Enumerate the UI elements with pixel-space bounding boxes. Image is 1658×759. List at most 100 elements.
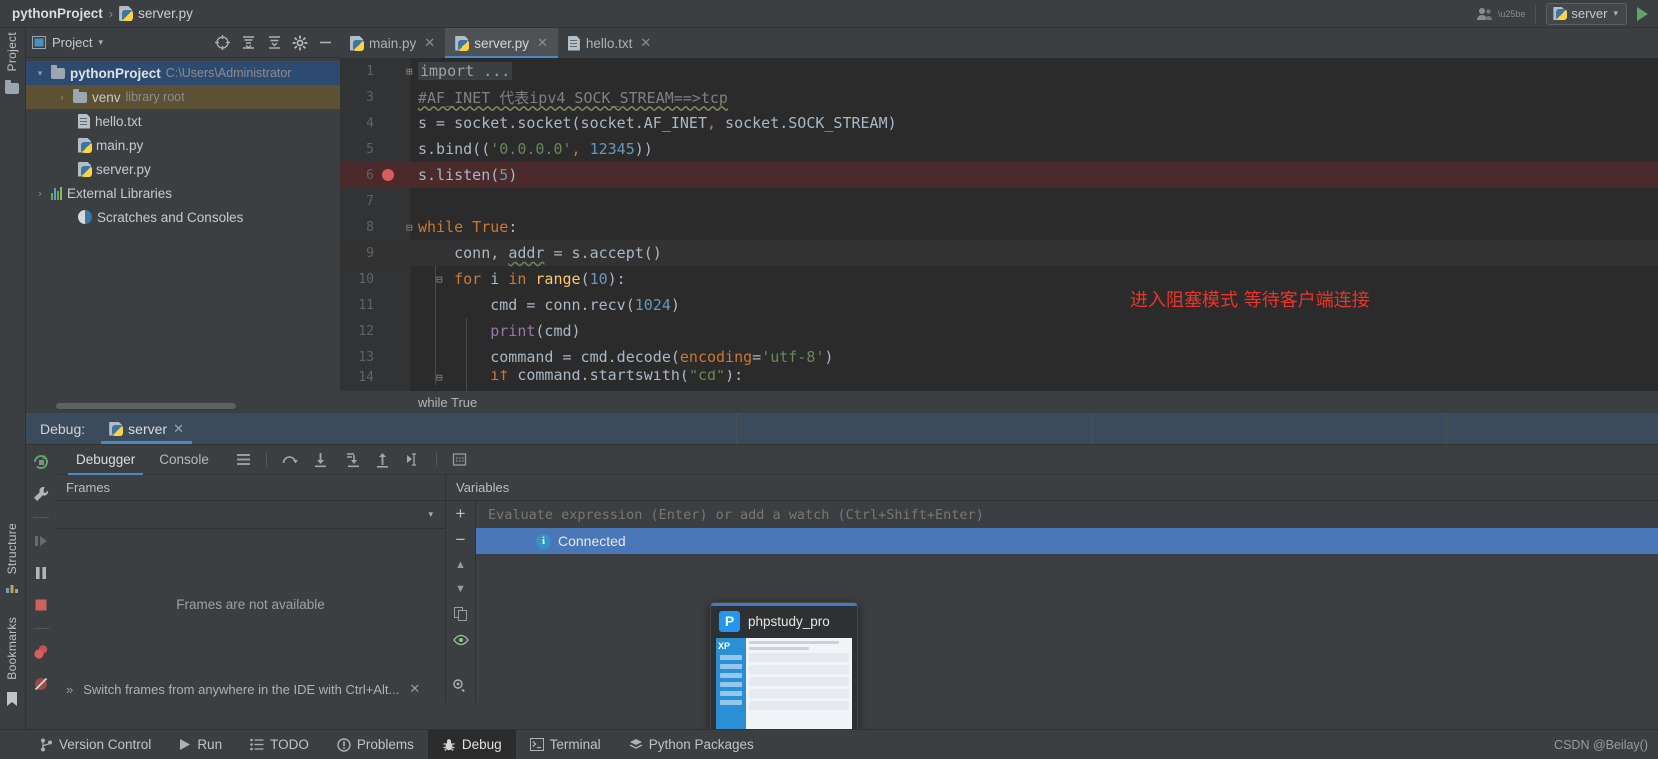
line-number: 11 bbox=[358, 297, 374, 313]
pause-icon[interactable] bbox=[32, 564, 50, 582]
run-play-icon[interactable] bbox=[1637, 6, 1648, 21]
code-line-14: 14 ⊟ if command.startswith("cd"): bbox=[340, 370, 1658, 384]
expand-hint-icon[interactable]: » bbox=[66, 682, 73, 697]
chevron-right-icon[interactable]: › bbox=[56, 92, 68, 102]
chevron-down-icon[interactable]: ▾ bbox=[428, 509, 433, 520]
code-text: s.listen(5) bbox=[418, 166, 518, 184]
tree-item-external-libraries[interactable]: › External Libraries bbox=[26, 181, 340, 205]
debug-session-tab[interactable]: server ✕ bbox=[101, 413, 192, 444]
tree-item-pythonproject[interactable]: ▾ pythonProject C:\Users\Administrator bbox=[26, 61, 340, 85]
status-item-debug[interactable]: Debug bbox=[427, 729, 516, 759]
tree-item-server-py[interactable]: server.py bbox=[26, 157, 340, 181]
settings-icon[interactable] bbox=[292, 35, 308, 51]
tab-debugger[interactable]: Debugger bbox=[64, 445, 147, 475]
close-icon[interactable]: ✕ bbox=[173, 421, 184, 437]
code-lines: 1 ⊞ import ... 3 #AF_INET 代表ipv4 SOCK_ST… bbox=[340, 58, 1658, 413]
rail-structure-group: Structure bbox=[5, 523, 19, 594]
code-editor[interactable]: 1 ⊞ import ... 3 #AF_INET 代表ipv4 SOCK_ST… bbox=[340, 58, 1658, 413]
up-icon[interactable]: ▲ bbox=[455, 559, 466, 571]
editor-breadcrumb-label[interactable]: while True bbox=[418, 395, 477, 410]
close-icon[interactable]: ✕ bbox=[640, 35, 651, 51]
rerun-icon[interactable] bbox=[32, 453, 50, 471]
status-item-python-packages[interactable]: Python Packages bbox=[615, 730, 768, 759]
stop-icon[interactable] bbox=[32, 596, 50, 614]
status-item-terminal[interactable]: Terminal bbox=[516, 730, 615, 759]
editor-tab-main-py[interactable]: main.py ✕ bbox=[340, 28, 445, 58]
breakpoint-icon[interactable] bbox=[382, 169, 394, 181]
step-out-icon[interactable] bbox=[374, 451, 391, 468]
run-configuration-label: server bbox=[1571, 6, 1608, 21]
editor-tab-strip: main.py ✕ server.py ✕ hello.txt ✕ bbox=[340, 28, 1658, 58]
remove-watch-icon[interactable]: − bbox=[456, 531, 466, 548]
rail-bookmarks-label[interactable]: Bookmarks bbox=[5, 617, 19, 680]
run-to-cursor-icon[interactable] bbox=[405, 451, 422, 468]
editor-tab-label: server.py bbox=[474, 35, 529, 51]
editor-tab-hello-txt[interactable]: hello.txt ✕ bbox=[558, 28, 661, 58]
rail-project-label[interactable]: Project bbox=[5, 32, 19, 71]
tab-console[interactable]: Console bbox=[147, 445, 221, 475]
connected-status-row[interactable]: i Connected bbox=[476, 528, 1658, 554]
evaluate-icon[interactable] bbox=[451, 451, 468, 468]
close-icon[interactable]: ✕ bbox=[424, 35, 435, 51]
project-panel-title: Project bbox=[52, 35, 93, 50]
hide-icon[interactable] bbox=[317, 34, 334, 51]
user-icon[interactable]: \u25be bbox=[1476, 7, 1525, 21]
fold-collapse-icon[interactable]: ⊟ bbox=[406, 221, 413, 234]
code-text: import ... bbox=[418, 62, 513, 80]
breadcrumb-project[interactable]: pythonProject bbox=[12, 6, 103, 21]
down-icon[interactable]: ▼ bbox=[455, 583, 466, 595]
popup-thumbnail[interactable]: XP bbox=[716, 638, 852, 738]
status-item-run[interactable]: Run bbox=[165, 730, 236, 759]
stepping-toolbar bbox=[235, 451, 468, 468]
run-configuration-selector[interactable]: server ▾ bbox=[1546, 2, 1627, 25]
fold-expand-icon[interactable]: ⊞ bbox=[406, 65, 413, 78]
evaluate-expression-input[interactable]: Evaluate expression (Enter) or add a wat… bbox=[476, 501, 1658, 528]
titlebar-actions: \u25be server ▾ bbox=[1476, 2, 1658, 25]
project-horizontal-scrollbar[interactable] bbox=[56, 403, 236, 409]
tree-item-label: pythonProject bbox=[70, 65, 161, 81]
tree-item-detail: library root bbox=[125, 90, 185, 104]
status-item-label: Problems bbox=[356, 737, 414, 752]
code-line-13: 13 command = cmd.decode(encoding='utf-8'… bbox=[340, 344, 1658, 370]
chevron-right-icon[interactable]: › bbox=[34, 188, 46, 198]
code-line-4: 4 s = socket.socket(socket.AF_INET, sock… bbox=[340, 110, 1658, 136]
add-watch-icon[interactable]: + bbox=[456, 505, 466, 522]
breakpoints-icon[interactable] bbox=[32, 643, 50, 661]
code-line-5: 5 s.bind(('0.0.0.0', 12345)) bbox=[340, 136, 1658, 162]
force-step-into-icon[interactable] bbox=[343, 451, 360, 468]
line-number: 7 bbox=[366, 193, 374, 209]
tree-item-main-py[interactable]: main.py bbox=[26, 133, 340, 157]
status-item-todo[interactable]: TODO bbox=[236, 730, 323, 759]
mute-breakpoints-icon[interactable] bbox=[32, 675, 50, 693]
step-into-icon[interactable] bbox=[312, 451, 329, 468]
close-icon[interactable]: ✕ bbox=[409, 681, 420, 697]
copy-icon[interactable] bbox=[453, 607, 468, 622]
step-over-icon[interactable] bbox=[281, 451, 298, 468]
breadcrumb-separator-icon: › bbox=[108, 6, 114, 21]
status-item-problems[interactable]: Problems bbox=[323, 730, 428, 759]
tree-item-venv[interactable]: › venv library root bbox=[26, 85, 340, 109]
breadcrumb-file[interactable]: server.py bbox=[138, 6, 193, 21]
wrench-icon[interactable] bbox=[32, 485, 50, 503]
tree-item-label: main.py bbox=[96, 137, 144, 153]
phpstudy-taskbar-preview[interactable]: P phpstudy_pro XP bbox=[710, 602, 858, 742]
close-icon[interactable]: ✕ bbox=[537, 35, 548, 51]
chevron-down-icon[interactable]: ▾ bbox=[34, 68, 46, 79]
layout-icon[interactable] bbox=[235, 451, 252, 468]
python-run-icon bbox=[1553, 7, 1568, 20]
resume-icon[interactable] bbox=[32, 532, 50, 550]
settings-gear-icon[interactable] bbox=[451, 678, 467, 697]
rail-structure-label[interactable]: Structure bbox=[5, 523, 19, 574]
editor-tab-server-py[interactable]: server.py ✕ bbox=[445, 28, 558, 58]
status-item-version-control[interactable]: Version Control bbox=[26, 730, 165, 759]
frames-thread-selector[interactable]: ▾ bbox=[56, 501, 445, 529]
eye-icon[interactable] bbox=[452, 634, 469, 646]
locate-icon[interactable] bbox=[214, 34, 231, 51]
collapse-all-icon[interactable] bbox=[240, 34, 257, 51]
divider bbox=[736, 413, 737, 444]
tree-item-hello-txt[interactable]: hello.txt bbox=[26, 109, 340, 133]
expand-icon[interactable] bbox=[266, 34, 283, 51]
frames-empty-message: Frames are not available bbox=[176, 597, 325, 612]
chevron-down-icon[interactable]: ▾ bbox=[98, 37, 103, 48]
tree-item-scratches[interactable]: Scratches and Consoles bbox=[26, 205, 340, 229]
